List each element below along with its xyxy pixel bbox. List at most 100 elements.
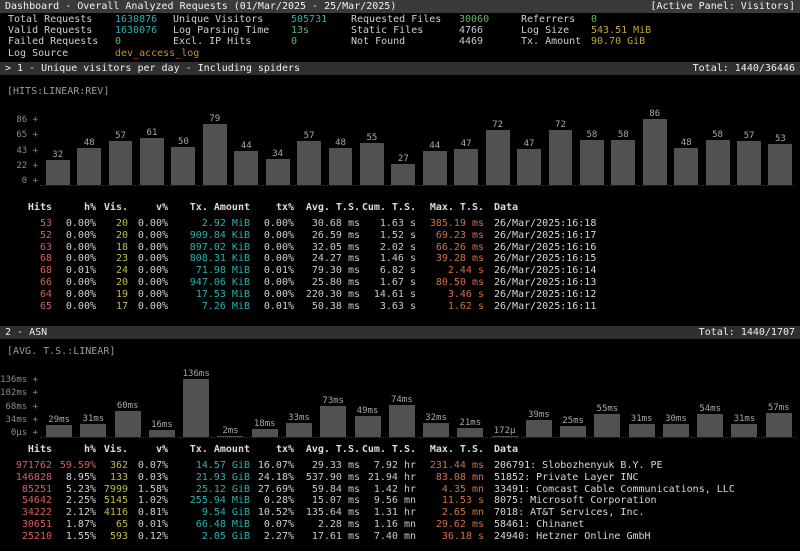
table-cell: 0.00% xyxy=(128,242,168,254)
table-cell: 909.84 KiB xyxy=(168,230,250,242)
bar-value-label: 34 xyxy=(272,149,283,159)
table-row[interactable]: 680.00%230.00%808.31 KiB0.00%24.27 ms1.4… xyxy=(4,253,796,265)
table-cell: 0.00% xyxy=(52,277,96,289)
table-cell: 63 xyxy=(4,242,52,254)
table-row[interactable]: 650.00%170.00%7.26 MiB0.01%50.38 ms3.63 … xyxy=(4,301,796,313)
bar-plot: 29ms31ms60ms16ms136ms2ms18ms33ms73ms49ms… xyxy=(40,358,796,438)
table-row[interactable]: 530.00%200.00%2.92 MiB0.00%30.68 ms1.63 … xyxy=(4,218,796,230)
bar-value-label: 53 xyxy=(775,134,786,144)
bar: 55ms xyxy=(590,404,624,437)
table-cell: 71.98 MiB xyxy=(168,265,250,277)
y-axis-tick: 65 + xyxy=(16,130,38,140)
bar-rect xyxy=(391,164,415,185)
chart1-meta-label: [HITS:LINEAR:REV] xyxy=(7,86,109,97)
panel-header-asn[interactable]: 2 - ASN Total: 1440/1707 xyxy=(0,326,800,339)
bar-value-label: 31ms xyxy=(83,414,105,424)
bar-value-label: 31ms xyxy=(631,414,653,424)
table-cell: 24.18% xyxy=(250,472,294,484)
table-cell: 1.02% xyxy=(128,495,168,507)
table-cell: 54642 xyxy=(4,495,52,507)
table-cell: 1.16 mn xyxy=(360,519,416,531)
table-cell: 79.30 ms xyxy=(294,265,360,277)
bar: 33ms xyxy=(282,413,316,437)
bar-rect xyxy=(674,148,698,185)
table-cell: 25.80 ms xyxy=(294,277,360,289)
bar: 2ms xyxy=(213,426,247,437)
bar-value-label: 57 xyxy=(304,131,315,141)
table-cell: 0.00% xyxy=(128,277,168,289)
bar: 72 xyxy=(482,120,513,185)
table-row[interactable]: 852515.23%79991.58%25.12 GiB27.69%59.84 … xyxy=(4,484,796,496)
table-cell: 34222 xyxy=(4,507,52,519)
table-cell: 2.28 ms xyxy=(294,519,360,531)
unique-visitors-chart: 86 +65 +43 +22 +0 +324857615079443457485… xyxy=(4,100,796,186)
y-axis-tick: 0 + xyxy=(22,176,38,186)
bar-rect xyxy=(320,406,346,437)
bar-rect xyxy=(80,424,106,437)
bar-rect xyxy=(46,425,72,437)
bar-value-label: 48 xyxy=(681,138,692,148)
table-row[interactable]: 252101.55%5930.12%2.05 GiB2.27%17.61 ms7… xyxy=(4,531,796,543)
table-body: 97176259.59%3620.07%14.57 GiB16.07%29.33… xyxy=(4,460,796,543)
table-row[interactable]: 97176259.59%3620.07%14.57 GiB16.07%29.33… xyxy=(4,460,796,472)
bar-rect xyxy=(549,130,573,185)
bar-value-label: 48 xyxy=(84,138,95,148)
table-cell: 83.08 mn xyxy=(416,472,484,484)
bar-rect xyxy=(140,138,164,185)
table-cell: 231.44 ms xyxy=(416,460,484,472)
table-cell: 26/Mar/2025:16:16 xyxy=(484,242,796,254)
table-row[interactable]: 630.00%180.00%897.02 KiB0.00%32.05 ms2.0… xyxy=(4,242,796,254)
table-cell: 32.05 ms xyxy=(294,242,360,254)
bar: 58 xyxy=(576,130,607,185)
table-cell: 0.00% xyxy=(128,265,168,277)
table-cell: 2.65 mn xyxy=(416,507,484,519)
bar-rect xyxy=(706,140,730,185)
table-cell: 8.95% xyxy=(52,472,96,484)
table-row[interactable]: 680.01%240.00%71.98 MiB0.01%79.30 ms6.82… xyxy=(4,265,796,277)
bar: 21ms xyxy=(453,418,487,437)
column-header: v% xyxy=(128,202,168,214)
summary-label-tx-amount: Tx. Amount xyxy=(521,36,591,47)
summary-row: Failed Requests 0 Excl. IP Hits 0 Not Fo… xyxy=(8,36,796,47)
table-row[interactable]: 342222.12%41160.81%9.54 GiB10.52%135.64 … xyxy=(4,507,796,519)
bar-value-label: 18ms xyxy=(254,419,276,429)
summary-value-log-source: dev_access_log xyxy=(115,48,796,59)
bar-rect xyxy=(768,144,792,185)
table-row[interactable]: 520.00%200.00%909.84 KiB0.00%26.59 ms1.5… xyxy=(4,230,796,242)
table-row[interactable]: 1468288.95%1330.03%21.93 GiB24.18%537.90… xyxy=(4,472,796,484)
bar-value-label: 86 xyxy=(649,109,660,119)
table-row[interactable]: 640.00%190.00%17.53 MiB0.00%220.30 ms14.… xyxy=(4,289,796,301)
bar-rect xyxy=(109,141,133,185)
table-cell: 135.64 ms xyxy=(294,507,360,519)
table-row[interactable]: 546422.25%51451.02%255.94 MiB0.28%15.07 … xyxy=(4,495,796,507)
table-cell: 2.27% xyxy=(250,531,294,543)
y-axis-tick: 136ms + xyxy=(0,375,38,385)
bar-rect xyxy=(423,151,447,185)
summary-label-valid-requests: Valid Requests xyxy=(8,25,115,36)
bar: 54ms xyxy=(693,404,727,437)
unique-visitors-table: Hitsh%Vis.v%Tx. Amounttx%Avg. T.S.Cum. T… xyxy=(4,202,796,312)
bar: 60ms xyxy=(111,401,145,437)
table-body: 530.00%200.00%2.92 MiB0.00%30.68 ms1.63 … xyxy=(4,218,796,312)
column-header: Data xyxy=(484,202,796,214)
summary-value-log-size: 543.51 MiB xyxy=(591,25,796,36)
bar-rect xyxy=(252,429,278,437)
table-cell: 362 xyxy=(96,460,128,472)
bar-value-label: 74ms xyxy=(391,395,413,405)
table-row[interactable]: 660.00%200.00%947.06 KiB0.00%25.80 ms1.6… xyxy=(4,277,796,289)
table-cell: 0.00% xyxy=(250,242,294,254)
bar: 32 xyxy=(42,150,73,185)
table-cell: 30.68 ms xyxy=(294,218,360,230)
table-row[interactable]: 306511.87%650.01%66.48 MiB0.07%2.28 ms1.… xyxy=(4,519,796,531)
column-header: Hits xyxy=(4,444,52,456)
bar-value-label: 54ms xyxy=(699,404,721,414)
table-cell: 27.69% xyxy=(250,484,294,496)
table-cell: 4.35 mn xyxy=(416,484,484,496)
bar: 31ms xyxy=(727,414,761,437)
panel2-total: Total: 1440/1707 xyxy=(699,326,795,339)
bar: 48 xyxy=(325,138,356,185)
table-cell: 6.82 s xyxy=(360,265,416,277)
column-header: Hits xyxy=(4,202,52,214)
bar-value-label: 48 xyxy=(335,138,346,148)
panel-header-unique-visitors[interactable]: > 1 - Unique visitors per day - Includin… xyxy=(0,62,800,75)
